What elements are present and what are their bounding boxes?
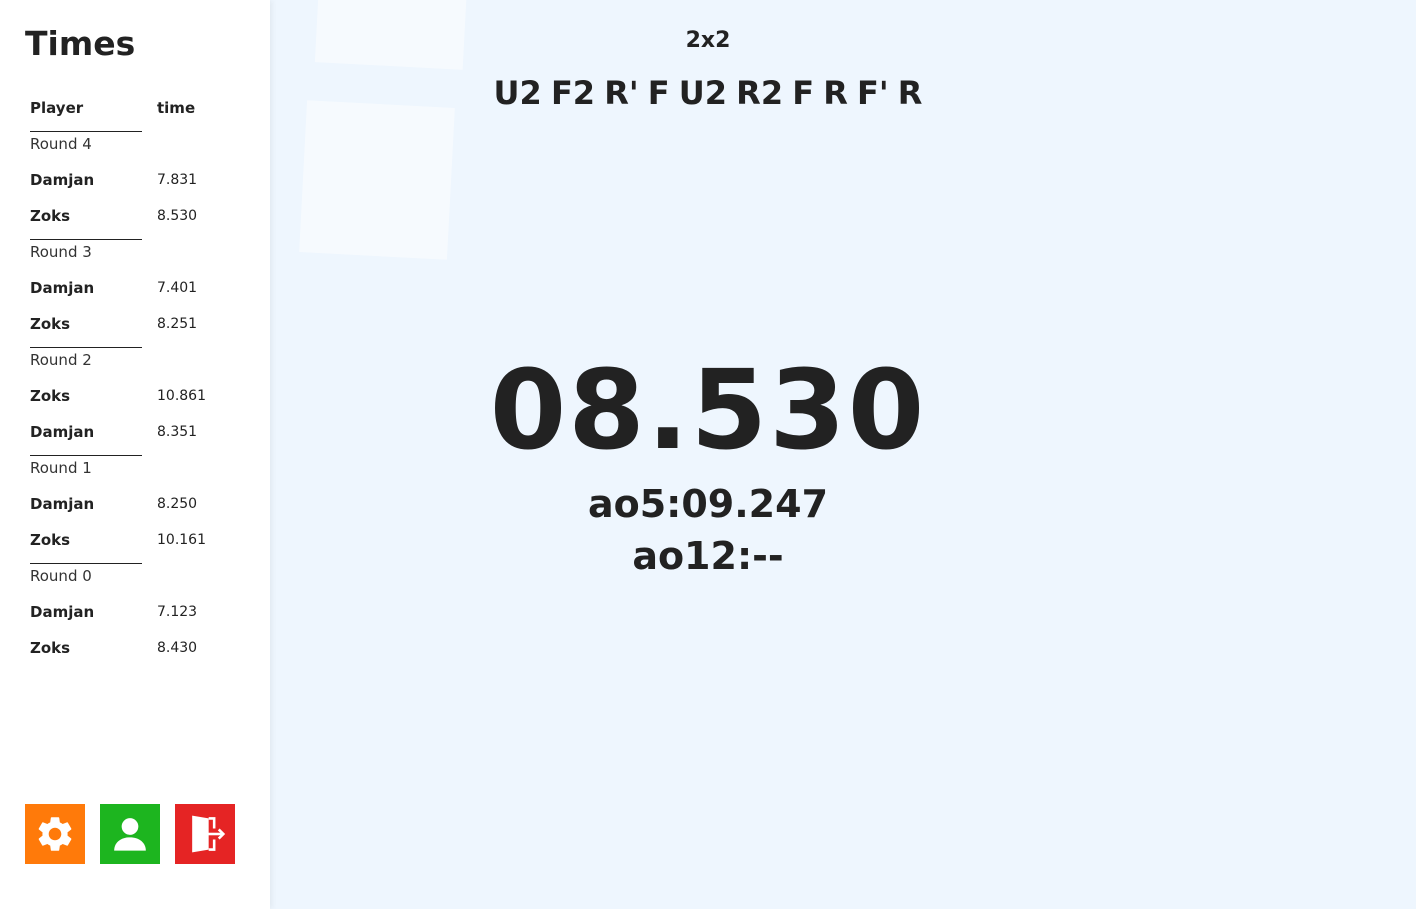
- round-row: Round 3: [30, 234, 245, 270]
- player-name: Zoks: [30, 315, 71, 333]
- round-label: Round 4: [30, 131, 142, 153]
- table-row: Zoks 10.161: [30, 522, 245, 558]
- sidebar: Times Player time Round 4 Damjan 7.831 Z…: [0, 0, 270, 909]
- decorative-square: [299, 100, 455, 260]
- time-column-header: time: [157, 99, 196, 117]
- table-row: Damjan 8.351: [30, 414, 245, 450]
- player-name: Damjan: [30, 603, 95, 621]
- settings-button[interactable]: [25, 804, 85, 864]
- solve-time: 7.123: [157, 604, 198, 620]
- player-name: Zoks: [30, 207, 71, 225]
- round-row: Round 4: [30, 126, 245, 162]
- solve-time: 10.161: [157, 532, 206, 548]
- round-label: Round 1: [30, 455, 142, 477]
- player-name: Zoks: [30, 639, 71, 657]
- table-row: Damjan 8.250: [30, 486, 245, 522]
- solve-time: 8.250: [157, 496, 198, 512]
- player-column-header: Player: [30, 99, 84, 117]
- table-row: Damjan 7.831: [30, 162, 245, 198]
- table-row: Zoks 8.251: [30, 306, 245, 342]
- solve-time: 8.530: [157, 208, 198, 224]
- round-row: Round 0: [30, 558, 245, 594]
- puzzle-type: 2x2: [685, 28, 731, 53]
- player-name: Damjan: [30, 279, 95, 297]
- logout-button[interactable]: [175, 804, 235, 864]
- timer-area[interactable]: 2x2 U2 F2 R' F U2 R2 F R F' R 08.530 ao5…: [270, 0, 1416, 909]
- solve-time: 10.861: [157, 388, 206, 404]
- round-row: Round 1: [30, 450, 245, 486]
- round-label: Round 2: [30, 347, 142, 369]
- player-name: Zoks: [30, 531, 71, 549]
- table-row: Zoks 10.861: [30, 378, 245, 414]
- ao5-average: ao5:09.247: [587, 482, 829, 526]
- player-name: Damjan: [30, 423, 95, 441]
- ao12-average: ao12:--: [632, 534, 784, 578]
- player-name: Damjan: [30, 171, 95, 189]
- player-name: Zoks: [30, 387, 71, 405]
- times-table: Player time Round 4 Damjan 7.831 Zoks 8.…: [30, 90, 245, 666]
- bottom-buttons: [25, 804, 235, 864]
- round-label: Round 3: [30, 239, 142, 261]
- gear-icon: [38, 817, 72, 851]
- sidebar-title: Times: [25, 24, 136, 63]
- solve-time: 8.351: [157, 424, 198, 440]
- solve-time: 7.831: [157, 172, 198, 188]
- profile-button[interactable]: [100, 804, 160, 864]
- player-name: Damjan: [30, 495, 95, 513]
- table-row: Damjan 7.123: [30, 594, 245, 630]
- solve-time: 8.251: [157, 316, 198, 332]
- round-label: Round 0: [30, 563, 142, 585]
- table-header-row: Player time: [30, 90, 245, 126]
- table-row: Zoks 8.530: [30, 198, 245, 234]
- table-row: Zoks 8.430: [30, 630, 245, 666]
- scramble-text: U2 F2 R' F U2 R2 F R F' R: [493, 74, 923, 112]
- table-row: Damjan 7.401: [30, 270, 245, 306]
- timer-display: 08.530: [489, 346, 927, 474]
- solve-time: 7.401: [157, 280, 198, 296]
- solve-time: 8.430: [157, 640, 198, 656]
- round-row: Round 2: [30, 342, 245, 378]
- user-icon: [114, 818, 146, 851]
- logout-door-icon: [192, 815, 226, 853]
